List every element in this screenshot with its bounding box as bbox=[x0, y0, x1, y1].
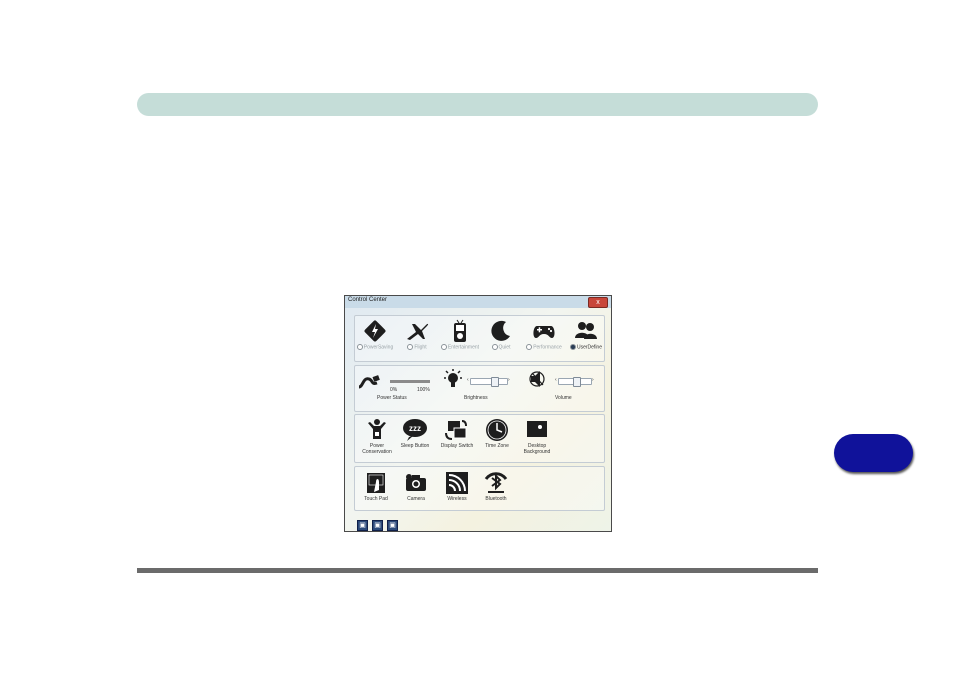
display-switch-icon bbox=[445, 420, 467, 440]
bluetooth-icon bbox=[484, 472, 508, 493]
chapter-tab bbox=[834, 434, 913, 472]
bluetooth-button[interactable]: Bluetooth bbox=[474, 470, 518, 502]
function-label: Desktop Background bbox=[523, 443, 551, 455]
mode-label: Flight bbox=[414, 344, 427, 351]
touchpad-icon bbox=[367, 473, 385, 493]
device-label: Wireless bbox=[447, 496, 467, 502]
power-modes-panel: PowerSaving Flight Entertainment Quiet P… bbox=[354, 315, 605, 362]
lock-icon[interactable]: ▣ bbox=[372, 520, 383, 531]
mode-label: UserDefine bbox=[576, 344, 602, 351]
gamepad-icon bbox=[533, 326, 555, 338]
function-label: Display Switch bbox=[440, 443, 474, 449]
power-conservation-icon bbox=[368, 419, 386, 439]
lock-icon[interactable]: ▣ bbox=[357, 520, 368, 531]
radio-userdefine[interactable] bbox=[569, 344, 576, 350]
device-label: Touch Pad bbox=[364, 496, 388, 502]
volume-right-arrow[interactable]: › bbox=[592, 377, 594, 383]
lock-icon[interactable]: ▣ bbox=[387, 520, 398, 531]
device-label: Camera bbox=[407, 496, 425, 502]
wireless-button[interactable]: Wireless bbox=[435, 470, 479, 502]
brightness-label: Brightness bbox=[464, 395, 488, 401]
brightness-slider[interactable] bbox=[470, 377, 508, 387]
levels-panel: 0% 100% Power Status ‹ › Brightness ‹ › … bbox=[354, 365, 605, 412]
mode-userdefine[interactable]: UserDefine bbox=[564, 318, 608, 350]
speaker-mute-icon bbox=[529, 371, 545, 387]
desktop-background-button[interactable]: Desktop Background bbox=[515, 417, 559, 455]
brightness-right-arrow[interactable]: › bbox=[508, 377, 510, 383]
power-status-min: 0% bbox=[390, 387, 398, 393]
camera-icon bbox=[406, 474, 426, 491]
devices-panel: Touch Pad Camera Wireless Bluetooth bbox=[354, 466, 605, 511]
brightness-left-arrow[interactable]: ‹ bbox=[467, 377, 469, 383]
volume-slider-thumb[interactable] bbox=[573, 377, 581, 387]
svg-text:zzz: zzz bbox=[409, 424, 421, 433]
light-bulb-icon bbox=[444, 369, 462, 387]
display-switch-button[interactable]: Display Switch bbox=[435, 417, 479, 449]
sleep-zzz-icon: zzz bbox=[403, 419, 427, 441]
functions-panel: Power Conservation zzz Sleep Button Disp… bbox=[354, 414, 605, 463]
control-center-window: Control Center x PowerSaving Flight Ente… bbox=[344, 295, 612, 532]
radio-performance[interactable] bbox=[526, 344, 533, 350]
mode-label: Entertainment bbox=[447, 344, 480, 351]
volume-slider[interactable] bbox=[558, 377, 592, 387]
window-title: Control Center bbox=[348, 297, 388, 303]
camera-button[interactable]: Camera bbox=[394, 470, 438, 502]
sleep-button[interactable]: zzz Sleep Button bbox=[393, 417, 437, 449]
page-footer-rule bbox=[137, 568, 818, 573]
wireless-icon bbox=[446, 472, 468, 494]
mode-entertainment[interactable]: Entertainment bbox=[438, 318, 482, 350]
radio-powersaving[interactable] bbox=[356, 344, 363, 350]
mode-label: Performance bbox=[533, 344, 562, 351]
device-label: Bluetooth bbox=[485, 496, 507, 502]
power-status-bar bbox=[390, 380, 430, 383]
radio-entertainment[interactable] bbox=[440, 344, 447, 350]
window-titlebar: Control Center x bbox=[345, 296, 611, 308]
touch-pad-button[interactable]: Touch Pad bbox=[354, 470, 398, 502]
power-status-label: Power Status bbox=[377, 395, 407, 401]
mode-powersaving[interactable]: PowerSaving bbox=[353, 318, 397, 350]
radio-flight[interactable] bbox=[407, 344, 414, 350]
users-icon bbox=[575, 322, 597, 339]
moon-icon bbox=[491, 320, 510, 341]
power-saving-icon bbox=[364, 320, 386, 342]
time-zone-button[interactable]: Time Zone bbox=[475, 417, 519, 449]
page-header-bar bbox=[137, 93, 818, 116]
function-label: Sleep Button bbox=[400, 443, 430, 449]
power-status-max: 100% bbox=[417, 387, 430, 393]
brightness-slider-thumb[interactable] bbox=[491, 377, 499, 387]
clock-icon bbox=[486, 419, 508, 441]
radio-quiet[interactable] bbox=[491, 344, 498, 350]
media-player-icon bbox=[454, 319, 466, 342]
mode-flight[interactable]: Flight bbox=[395, 318, 439, 350]
volume-left-arrow[interactable]: ‹ bbox=[555, 377, 557, 383]
mode-label: PowerSaving bbox=[363, 344, 394, 351]
mode-label: Quiet bbox=[498, 344, 511, 351]
power-plug-icon bbox=[358, 375, 380, 389]
close-button[interactable]: x bbox=[588, 297, 608, 308]
function-label: Time Zone bbox=[485, 443, 509, 449]
mode-quiet[interactable]: Quiet bbox=[479, 318, 523, 350]
volume-label: Volume bbox=[555, 395, 572, 401]
mode-performance[interactable]: Performance bbox=[522, 318, 566, 350]
airplane-icon bbox=[407, 323, 429, 340]
desktop-background-icon bbox=[527, 421, 547, 437]
